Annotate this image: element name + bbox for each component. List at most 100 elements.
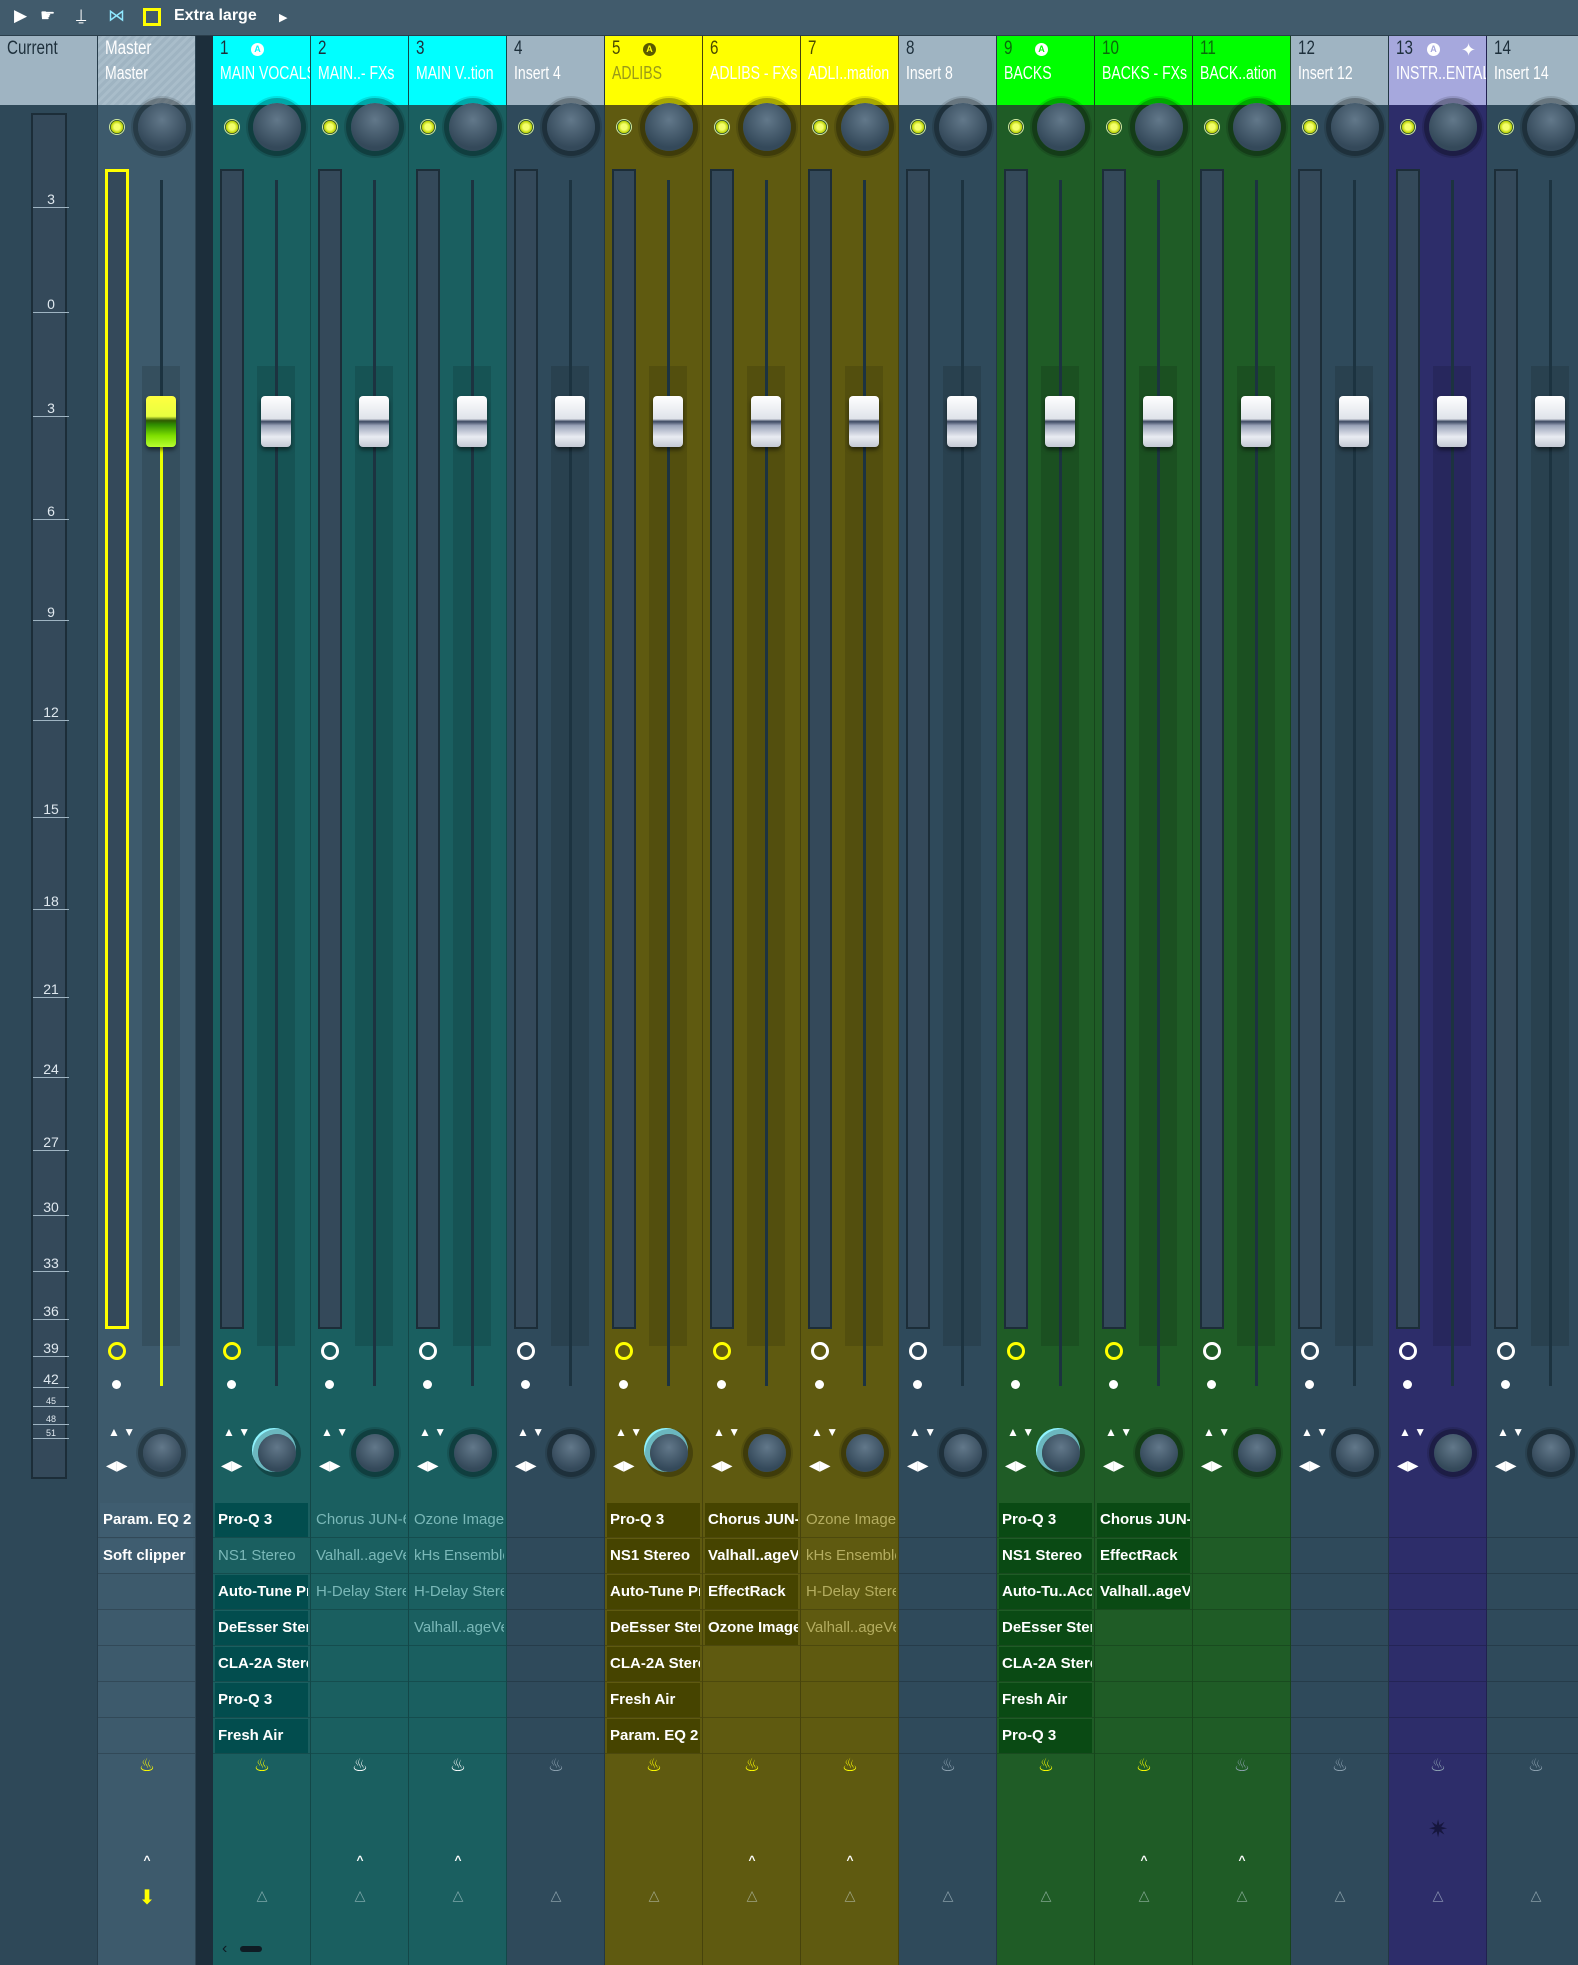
clock-icon[interactable] — [517, 1342, 535, 1360]
bowtie-icon[interactable]: ⋈ — [108, 6, 125, 26]
record-dot[interactable] — [1109, 1380, 1118, 1389]
stereo-separation-icon[interactable]: ◀▶ — [1201, 1458, 1223, 1472]
pan-knob[interactable] — [846, 1434, 884, 1472]
strip-header[interactable]: 3 MAIN V..tion — [409, 36, 506, 105]
stereo-separation-icon[interactable]: ◀▶ — [1103, 1458, 1125, 1472]
fader-handle[interactable] — [849, 396, 879, 448]
route-send-icon[interactable]: ♨ — [1327, 1756, 1353, 1774]
mute-led[interactable] — [420, 119, 436, 135]
chevron-up-icon[interactable]: ^ — [743, 1854, 761, 1866]
swap-vertical-icon[interactable]: ▲ ▼ — [1007, 1426, 1034, 1438]
fader-track[interactable] — [275, 180, 278, 1386]
stereo-separation-icon[interactable]: ◀▶ — [613, 1458, 635, 1472]
stereo-separation-icon[interactable]: ◀▶ — [221, 1458, 243, 1472]
swap-vertical-icon[interactable]: ▲ ▼ — [909, 1426, 936, 1438]
fader-handle[interactable] — [1143, 396, 1173, 448]
triangle-outline-icon[interactable]: △ — [1133, 1888, 1155, 1902]
mixer-strip[interactable]: 7 ADLI..mation ▲ ▼ ◀▶ Ozone Imager 2kHs Ense… — [801, 36, 899, 1965]
effect-slot[interactable]: EffectRack — [1097, 1539, 1190, 1573]
play-arrow-icon[interactable]: ▶ — [14, 6, 27, 26]
pan-knob[interactable] — [1336, 1434, 1374, 1472]
route-send-icon[interactable]: ♨ — [837, 1756, 863, 1774]
fader-handle[interactable] — [146, 396, 176, 448]
swap-vertical-icon[interactable]: ▲ ▼ — [223, 1426, 250, 1438]
record-dot[interactable] — [815, 1380, 824, 1389]
triangle-outline-icon[interactable]: △ — [251, 1888, 273, 1902]
effect-slot[interactable]: kHs Ensemble — [411, 1539, 504, 1573]
triangle-outline-icon[interactable]: △ — [1329, 1888, 1351, 1902]
effect-slot[interactable]: Soft clipper — [100, 1539, 193, 1573]
fader-handle[interactable] — [1535, 396, 1565, 448]
fader-handle[interactable] — [1241, 396, 1271, 448]
record-dot[interactable] — [1403, 1380, 1412, 1389]
clock-icon[interactable] — [1399, 1342, 1417, 1360]
swap-vertical-icon[interactable]: ▲ ▼ — [615, 1426, 642, 1438]
triangle-outline-icon[interactable]: △ — [447, 1888, 469, 1902]
chevron-up-icon[interactable]: ^ — [841, 1854, 859, 1866]
fader-handle[interactable] — [359, 396, 389, 448]
effect-slot[interactable]: NS1 Stereo — [999, 1539, 1092, 1573]
volume-knob[interactable] — [547, 103, 595, 151]
triangle-outline-icon[interactable]: △ — [1231, 1888, 1253, 1902]
strip-header[interactable]: 2 MAIN..- FXs — [311, 36, 408, 105]
swap-vertical-icon[interactable]: ▲ ▼ — [1497, 1426, 1524, 1438]
fader-handle[interactable] — [457, 396, 487, 448]
volume-knob[interactable] — [1233, 103, 1281, 151]
effect-slot[interactable]: Auto-Tu..Access — [999, 1575, 1092, 1609]
strip-header[interactable]: 9 BACKS A — [997, 36, 1094, 105]
record-dot[interactable] — [521, 1380, 530, 1389]
triangle-outline-icon[interactable]: △ — [741, 1888, 763, 1902]
clock-icon[interactable] — [1301, 1342, 1319, 1360]
effect-slot[interactable]: NS1 Stereo — [215, 1539, 308, 1573]
route-send-icon[interactable]: ♨ — [445, 1756, 471, 1774]
record-dot[interactable] — [112, 1380, 121, 1389]
effect-slot[interactable]: Pro-Q 3 — [607, 1503, 700, 1537]
mixer-strip[interactable]: 2 MAIN..- FXs ▲ ▼ ◀▶ Chorus JUN-6 Valhall..ag… — [311, 36, 409, 1965]
fader-track[interactable] — [1255, 180, 1258, 1386]
record-dot[interactable] — [325, 1380, 334, 1389]
record-dot[interactable] — [1207, 1380, 1216, 1389]
volume-knob[interactable] — [1037, 103, 1085, 151]
fader-track[interactable] — [1157, 180, 1160, 1386]
mute-led[interactable] — [1008, 119, 1024, 135]
clock-icon[interactable] — [321, 1342, 339, 1360]
effect-slot[interactable]: Fresh Air — [999, 1683, 1092, 1717]
chevron-up-icon[interactable]: ^ — [449, 1854, 467, 1866]
fader-handle[interactable] — [1437, 396, 1467, 448]
route-send-icon[interactable]: ♨ — [641, 1756, 667, 1774]
volume-knob[interactable] — [351, 103, 399, 151]
fader-handle[interactable] — [947, 396, 977, 448]
route-send-icon[interactable]: ♨ — [1033, 1756, 1059, 1774]
scrollbar-handle[interactable] — [240, 1946, 262, 1952]
clock-icon[interactable] — [1203, 1342, 1221, 1360]
effect-slot[interactable]: Valhall..ageVerb — [803, 1611, 896, 1645]
strip-header[interactable]: 14 Insert 14 — [1487, 36, 1578, 105]
route-send-icon[interactable]: ♨ — [1131, 1756, 1157, 1774]
pan-knob[interactable] — [1140, 1434, 1178, 1472]
swap-vertical-icon[interactable]: ▲ ▼ — [713, 1426, 740, 1438]
volume-knob[interactable] — [253, 103, 301, 151]
mute-led[interactable] — [812, 119, 828, 135]
strip-header[interactable]: 5 ADLIBS A — [605, 36, 702, 105]
chevron-up-icon[interactable]: ^ — [1233, 1854, 1251, 1866]
route-send-icon[interactable]: ♨ — [1229, 1756, 1255, 1774]
stereo-separation-icon[interactable]: ◀▶ — [417, 1458, 439, 1472]
effect-slot[interactable]: Valhall..ageVerb — [705, 1539, 798, 1573]
strip-header[interactable]: 11 BACK..ation — [1193, 36, 1290, 105]
mute-led[interactable] — [1106, 119, 1122, 135]
effect-slot[interactable]: EffectRack — [705, 1575, 798, 1609]
swap-vertical-icon[interactable]: ▲ ▼ — [419, 1426, 446, 1438]
triangle-outline-icon[interactable]: △ — [545, 1888, 567, 1902]
swap-vertical-icon[interactable]: ▲ ▼ — [1399, 1426, 1426, 1438]
effect-slot[interactable]: Valhall..ageVerb — [1097, 1575, 1190, 1609]
stereo-separation-icon[interactable]: ◀▶ — [1397, 1458, 1419, 1472]
swap-vertical-icon[interactable]: ▲ ▼ — [811, 1426, 838, 1438]
triangle-outline-icon[interactable]: △ — [937, 1888, 959, 1902]
route-send-icon[interactable]: ♨ — [249, 1756, 275, 1774]
mute-led[interactable] — [1400, 119, 1416, 135]
clock-icon[interactable] — [909, 1342, 927, 1360]
swap-vertical-icon[interactable]: ▲ ▼ — [1301, 1426, 1328, 1438]
effect-slot[interactable]: H-Delay Stereo — [411, 1575, 504, 1609]
effect-slot[interactable]: Chorus JUN-6 — [1097, 1503, 1190, 1537]
volume-knob[interactable] — [645, 103, 693, 151]
